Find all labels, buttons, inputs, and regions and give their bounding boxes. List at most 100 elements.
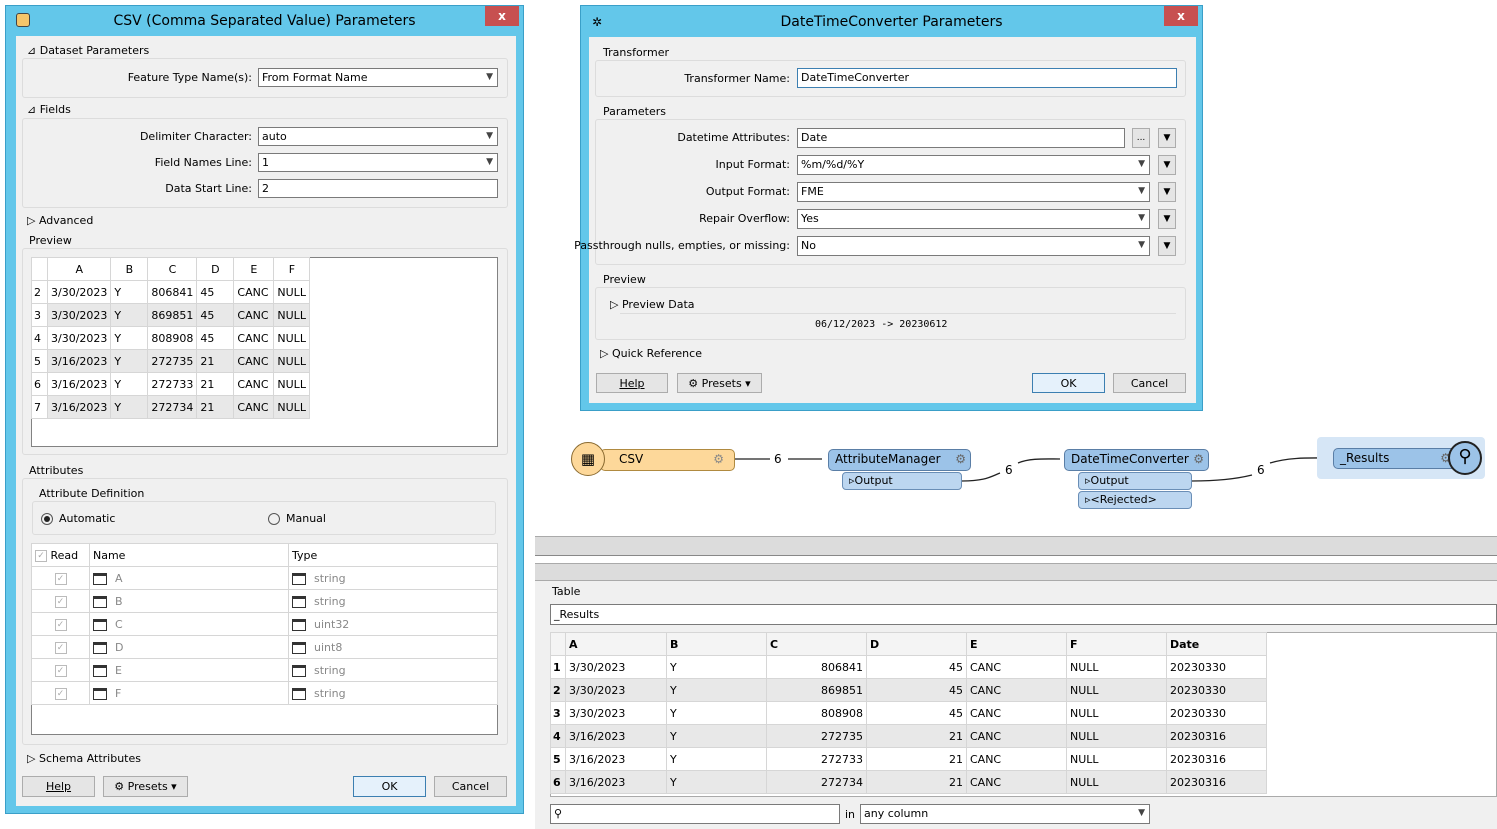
- table-cell: 808908: [766, 701, 867, 725]
- field-icon: [93, 687, 107, 700]
- feature-count: 6: [1005, 463, 1013, 477]
- table-cell: 20230316: [1166, 770, 1267, 794]
- chevron-down-icon: ▼: [1138, 808, 1145, 818]
- table-cell: 3/16/2023: [565, 770, 667, 794]
- table-cell: 45: [866, 655, 967, 679]
- results-inspector-node[interactable]: _Results ⚙: [1333, 448, 1458, 469]
- table-cell: 3/30/2023: [565, 678, 667, 702]
- table-cell: 20230330: [1166, 701, 1267, 725]
- checkbox-read-all[interactable]: ✓: [35, 549, 47, 562]
- read-checkbox[interactable]: ✓: [54, 572, 67, 585]
- search-icon: ⚲: [554, 807, 563, 820]
- section-schema-attributes[interactable]: ▷ Schema Attributes: [27, 752, 141, 765]
- output-port[interactable]: ▹Output: [842, 472, 962, 490]
- table-cell: 20230316: [1166, 747, 1267, 771]
- field-type-icon: [292, 618, 306, 631]
- column-header[interactable]: E: [966, 632, 1067, 656]
- table-cell: Y: [666, 770, 767, 794]
- rejected-port[interactable]: ▹<Rejected>: [1078, 491, 1192, 509]
- attribute-row: ✓ Duint8: [31, 635, 498, 659]
- table-cell: 806841: [766, 655, 867, 679]
- table-cell: CANC: [966, 770, 1067, 794]
- column-header[interactable]: Date: [1166, 632, 1267, 656]
- search-input[interactable]: ⚲: [550, 804, 840, 824]
- attributemanager-node[interactable]: AttributeManager ⚙: [828, 449, 971, 471]
- table-cell: 869851: [766, 678, 867, 702]
- gear-icon: ⚙: [114, 780, 125, 793]
- table-cell: 20230330: [1166, 655, 1267, 679]
- read-checkbox[interactable]: ✓: [54, 618, 67, 631]
- datetimeconverter-node[interactable]: DateTimeConverter ⚙: [1064, 449, 1209, 471]
- table-cell: NULL: [1066, 655, 1167, 679]
- field-icon: [93, 664, 107, 677]
- read-checkbox[interactable]: ✓: [54, 687, 67, 700]
- table-cell: Y: [666, 678, 767, 702]
- gear-icon: ⚙: [955, 452, 966, 466]
- field-type-icon: [292, 687, 306, 700]
- table-cell: 3/16/2023: [565, 747, 667, 771]
- table-cell: NULL: [1066, 747, 1167, 771]
- table-name-select[interactable]: _Results: [550, 604, 1497, 625]
- table-cell: Y: [666, 655, 767, 679]
- table-row: 1 3/30/2023 Y 806841 45 CANC NULL 20230330: [550, 655, 1267, 679]
- results-table: A B C D E F Date 1 3/30/2023 Y 806841 45 CANC NULL 202…: [550, 632, 1497, 797]
- table-cell: 20230316: [1166, 724, 1267, 748]
- presets-button[interactable]: ⚙ Presets ▾: [103, 776, 188, 797]
- table-row: 3 3/30/2023 Y 808908 45 CANC NULL 20230330: [550, 701, 1267, 725]
- table-cell: 45: [866, 701, 967, 725]
- table-row: 2 3/30/2023 Y 869851 45 CANC NULL 20230330: [550, 678, 1267, 702]
- csv-reader-node[interactable]: CSV ⚙: [600, 449, 735, 471]
- field-type-icon: [292, 572, 306, 585]
- read-checkbox[interactable]: ✓: [54, 595, 67, 608]
- table-cell: CANC: [966, 655, 1067, 679]
- attribute-row: ✓ Estring: [31, 658, 498, 682]
- field-icon: [93, 595, 107, 608]
- table-icon: ▦: [571, 442, 605, 476]
- field-type-icon: [292, 664, 306, 677]
- table-cell: Y: [666, 724, 767, 748]
- table-cell: 45: [866, 678, 967, 702]
- table-row: 4 3/16/2023 Y 272735 21 CANC NULL 20230316: [550, 724, 1267, 748]
- table-cell: Y: [666, 701, 767, 725]
- field-type-icon: [292, 641, 306, 654]
- magnifier-icon: ⚲: [1448, 441, 1482, 475]
- table-cell: NULL: [1066, 678, 1167, 702]
- table-row: 5 3/16/2023 Y 272733 21 CANC NULL 20230316: [550, 747, 1267, 771]
- attribute-row: ✓ Fstring: [31, 681, 498, 705]
- read-checkbox[interactable]: ✓: [54, 641, 67, 654]
- table-cell: CANC: [966, 724, 1067, 748]
- cancel-button[interactable]: Cancel: [434, 776, 507, 797]
- column-header[interactable]: B: [666, 632, 767, 656]
- column-filter-select[interactable]: any column ▼: [860, 804, 1150, 824]
- gear-icon: ⚙: [713, 452, 724, 466]
- column-header[interactable]: F: [1066, 632, 1167, 656]
- attribute-row: ✓ Bstring: [31, 589, 498, 613]
- table-cell: CANC: [966, 701, 1067, 725]
- column-header[interactable]: A: [565, 632, 667, 656]
- field-icon: [93, 618, 107, 631]
- output-port[interactable]: ▹Output: [1078, 472, 1192, 490]
- field-icon: [93, 572, 107, 585]
- workflow-connections: [735, 457, 1329, 482]
- attributes-table: ✓ Read Name Type ✓ Astring ✓ Bstring ✓ Cuint32 ✓ D…: [31, 543, 498, 735]
- read-checkbox[interactable]: ✓: [54, 664, 67, 677]
- table-cell: NULL: [1066, 701, 1167, 725]
- table-cell: CANC: [966, 678, 1067, 702]
- table-cell: 3/30/2023: [565, 655, 667, 679]
- feature-count: 6: [1257, 463, 1265, 477]
- field-type-icon: [292, 595, 306, 608]
- feature-count: 6: [774, 452, 782, 466]
- table-cell: NULL: [1066, 770, 1167, 794]
- table-cell: 3/16/2023: [565, 724, 667, 748]
- table-row: 6 3/16/2023 Y 272734 21 CANC NULL 20230316: [550, 770, 1267, 794]
- table-cell: 20230330: [1166, 678, 1267, 702]
- ok-button[interactable]: OK: [353, 776, 426, 797]
- column-header[interactable]: C: [766, 632, 867, 656]
- table-cell: CANC: [966, 747, 1067, 771]
- attribute-row: ✓ Cuint32: [31, 612, 498, 636]
- gear-icon: ⚙: [1193, 452, 1204, 466]
- table-cell: Y: [666, 747, 767, 771]
- help-button[interactable]: Help: [22, 776, 95, 797]
- table-cell: 272733: [766, 747, 867, 771]
- column-header[interactable]: D: [866, 632, 967, 656]
